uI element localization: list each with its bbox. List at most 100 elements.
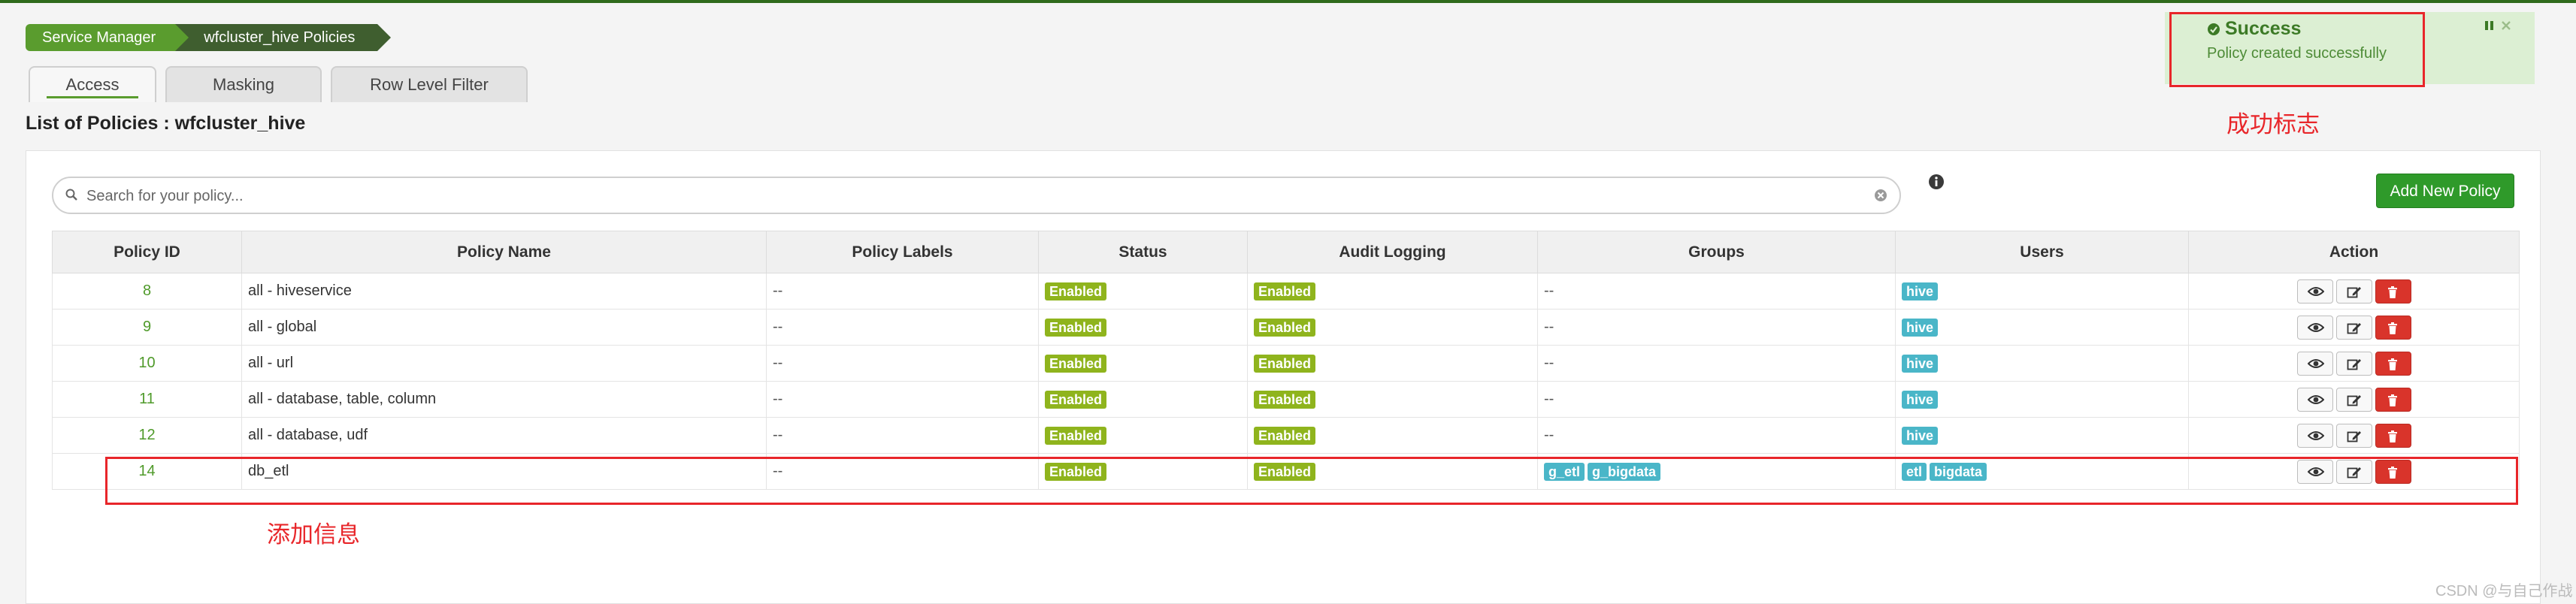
cell-groups: -- bbox=[1537, 309, 1896, 346]
edit-policy-button[interactable] bbox=[2335, 351, 2372, 376]
search-box[interactable] bbox=[52, 177, 1901, 214]
annotation-label-toast: 成功标志 bbox=[2226, 111, 2320, 137]
header-audit-logging: Audit Logging bbox=[1247, 231, 1538, 273]
audit-badge: Enabled bbox=[1254, 318, 1316, 337]
cell-action bbox=[2188, 309, 2520, 346]
pause-icon[interactable] bbox=[2484, 20, 2495, 32]
annotation-label-row: 添加信息 bbox=[267, 521, 360, 548]
policy-id-link[interactable]: 9 bbox=[143, 319, 151, 335]
status-badge: Enabled bbox=[1045, 390, 1107, 409]
user-badge: hive bbox=[1902, 426, 1939, 445]
header-policy-id[interactable]: Policy ID bbox=[52, 231, 242, 273]
cell-groups: -- bbox=[1537, 381, 1896, 418]
policy-panel: Add New Policy Policy ID Policy Name Pol… bbox=[26, 150, 2541, 604]
groups-empty: -- bbox=[1544, 391, 1554, 407]
cell-action bbox=[2188, 417, 2520, 454]
delete-policy-button[interactable] bbox=[2375, 279, 2411, 304]
cell-users: hive bbox=[1895, 345, 2189, 382]
status-badge: Enabled bbox=[1045, 354, 1107, 373]
delete-policy-button[interactable] bbox=[2375, 423, 2411, 448]
cell-policy-labels: -- bbox=[766, 381, 1039, 418]
edit-policy-button[interactable] bbox=[2335, 279, 2372, 304]
audit-badge: Enabled bbox=[1254, 426, 1316, 445]
edit-policy-button[interactable] bbox=[2335, 387, 2372, 412]
policy-id-link[interactable]: 12 bbox=[138, 427, 155, 443]
tab-access-label: Access bbox=[65, 75, 120, 94]
edit-policy-button[interactable] bbox=[2335, 315, 2372, 340]
search-input[interactable] bbox=[85, 184, 1869, 208]
policy-id-link[interactable]: 8 bbox=[143, 282, 151, 299]
cell-policy-id: 11 bbox=[52, 381, 242, 418]
table-header-row: Policy ID Policy Name Policy Labels Stat… bbox=[52, 231, 2520, 273]
view-policy-button[interactable] bbox=[2296, 423, 2333, 448]
top-accent-bar bbox=[0, 0, 2576, 3]
audit-badge: Enabled bbox=[1254, 390, 1316, 409]
header-users: Users bbox=[1895, 231, 2189, 273]
cell-policy-id: 8 bbox=[52, 273, 242, 310]
edit-policy-button[interactable] bbox=[2335, 423, 2372, 448]
cell-policy-labels: -- bbox=[766, 309, 1039, 346]
cell-policy-name: all - database, udf bbox=[241, 417, 767, 454]
clear-icon[interactable] bbox=[1872, 187, 1889, 204]
audit-badge: Enabled bbox=[1254, 282, 1316, 300]
cell-policy-name: all - url bbox=[241, 345, 767, 382]
delete-policy-button[interactable] bbox=[2375, 387, 2411, 412]
cell-action bbox=[2188, 273, 2520, 310]
cell-audit-logging: Enabled bbox=[1247, 381, 1538, 418]
delete-policy-button[interactable] bbox=[2375, 315, 2411, 340]
policy-id-link[interactable]: 11 bbox=[139, 391, 155, 407]
cell-policy-id: 10 bbox=[52, 345, 242, 382]
header-action: Action bbox=[2188, 231, 2520, 273]
header-policy-name[interactable]: Policy Name bbox=[241, 231, 767, 273]
policy-tabs: Access Masking Row Level Filter bbox=[29, 66, 528, 102]
cell-status: Enabled bbox=[1038, 345, 1248, 382]
cell-policy-name: all - hiveservice bbox=[241, 273, 767, 310]
audit-badge: Enabled bbox=[1254, 354, 1316, 373]
annotation-box-new-row bbox=[105, 457, 2518, 505]
view-policy-button[interactable] bbox=[2296, 279, 2333, 304]
status-badge: Enabled bbox=[1045, 282, 1107, 300]
user-badge: hive bbox=[1902, 354, 1939, 373]
info-icon[interactable] bbox=[1928, 174, 1945, 190]
view-policy-button[interactable] bbox=[2296, 351, 2333, 376]
cell-status: Enabled bbox=[1038, 273, 1248, 310]
tab-row-level-filter-label: Row Level Filter bbox=[370, 75, 489, 94]
cell-policy-id: 9 bbox=[52, 309, 242, 346]
cell-policy-labels: -- bbox=[766, 345, 1039, 382]
delete-policy-button[interactable] bbox=[2375, 351, 2411, 376]
status-badge: Enabled bbox=[1045, 318, 1107, 337]
cell-audit-logging: Enabled bbox=[1247, 273, 1538, 310]
groups-empty: -- bbox=[1544, 355, 1554, 371]
tab-access[interactable]: Access bbox=[29, 66, 156, 102]
cell-groups: -- bbox=[1537, 417, 1896, 454]
active-tab-indicator bbox=[47, 96, 138, 98]
annotation-box-toast bbox=[2169, 12, 2425, 87]
cell-groups: -- bbox=[1537, 273, 1896, 310]
header-policy-labels: Policy Labels bbox=[766, 231, 1039, 273]
add-new-policy-button[interactable]: Add New Policy bbox=[2376, 174, 2514, 208]
breadcrumb-service-manager[interactable]: Service Manager bbox=[26, 24, 189, 51]
tab-masking[interactable]: Masking bbox=[165, 66, 322, 102]
cell-users: hive bbox=[1895, 309, 2189, 346]
tab-row-level-filter[interactable]: Row Level Filter bbox=[331, 66, 528, 102]
view-policy-button[interactable] bbox=[2296, 387, 2333, 412]
breadcrumb: Service Manager wfcluster_hive Policies bbox=[26, 24, 392, 51]
cell-status: Enabled bbox=[1038, 417, 1248, 454]
cell-audit-logging: Enabled bbox=[1247, 345, 1538, 382]
cell-policy-id: 12 bbox=[52, 417, 242, 454]
view-policy-button[interactable] bbox=[2296, 315, 2333, 340]
close-icon[interactable] bbox=[2500, 20, 2512, 32]
watermark: CSDN @与自己作战 bbox=[2435, 583, 2573, 599]
search-icon bbox=[65, 189, 77, 201]
header-groups: Groups bbox=[1537, 231, 1896, 273]
cell-status: Enabled bbox=[1038, 309, 1248, 346]
cell-policy-labels: -- bbox=[766, 273, 1039, 310]
cell-policy-labels: -- bbox=[766, 417, 1039, 454]
breadcrumb-policies[interactable]: wfcluster_hive Policies bbox=[175, 24, 392, 51]
user-badge: hive bbox=[1902, 390, 1939, 409]
cell-action bbox=[2188, 381, 2520, 418]
header-status: Status bbox=[1038, 231, 1248, 273]
policy-id-link[interactable]: 10 bbox=[138, 355, 155, 371]
groups-empty: -- bbox=[1544, 319, 1554, 335]
table-row: 9 all - global -- Enabled Enabled -- hive bbox=[52, 309, 2520, 346]
